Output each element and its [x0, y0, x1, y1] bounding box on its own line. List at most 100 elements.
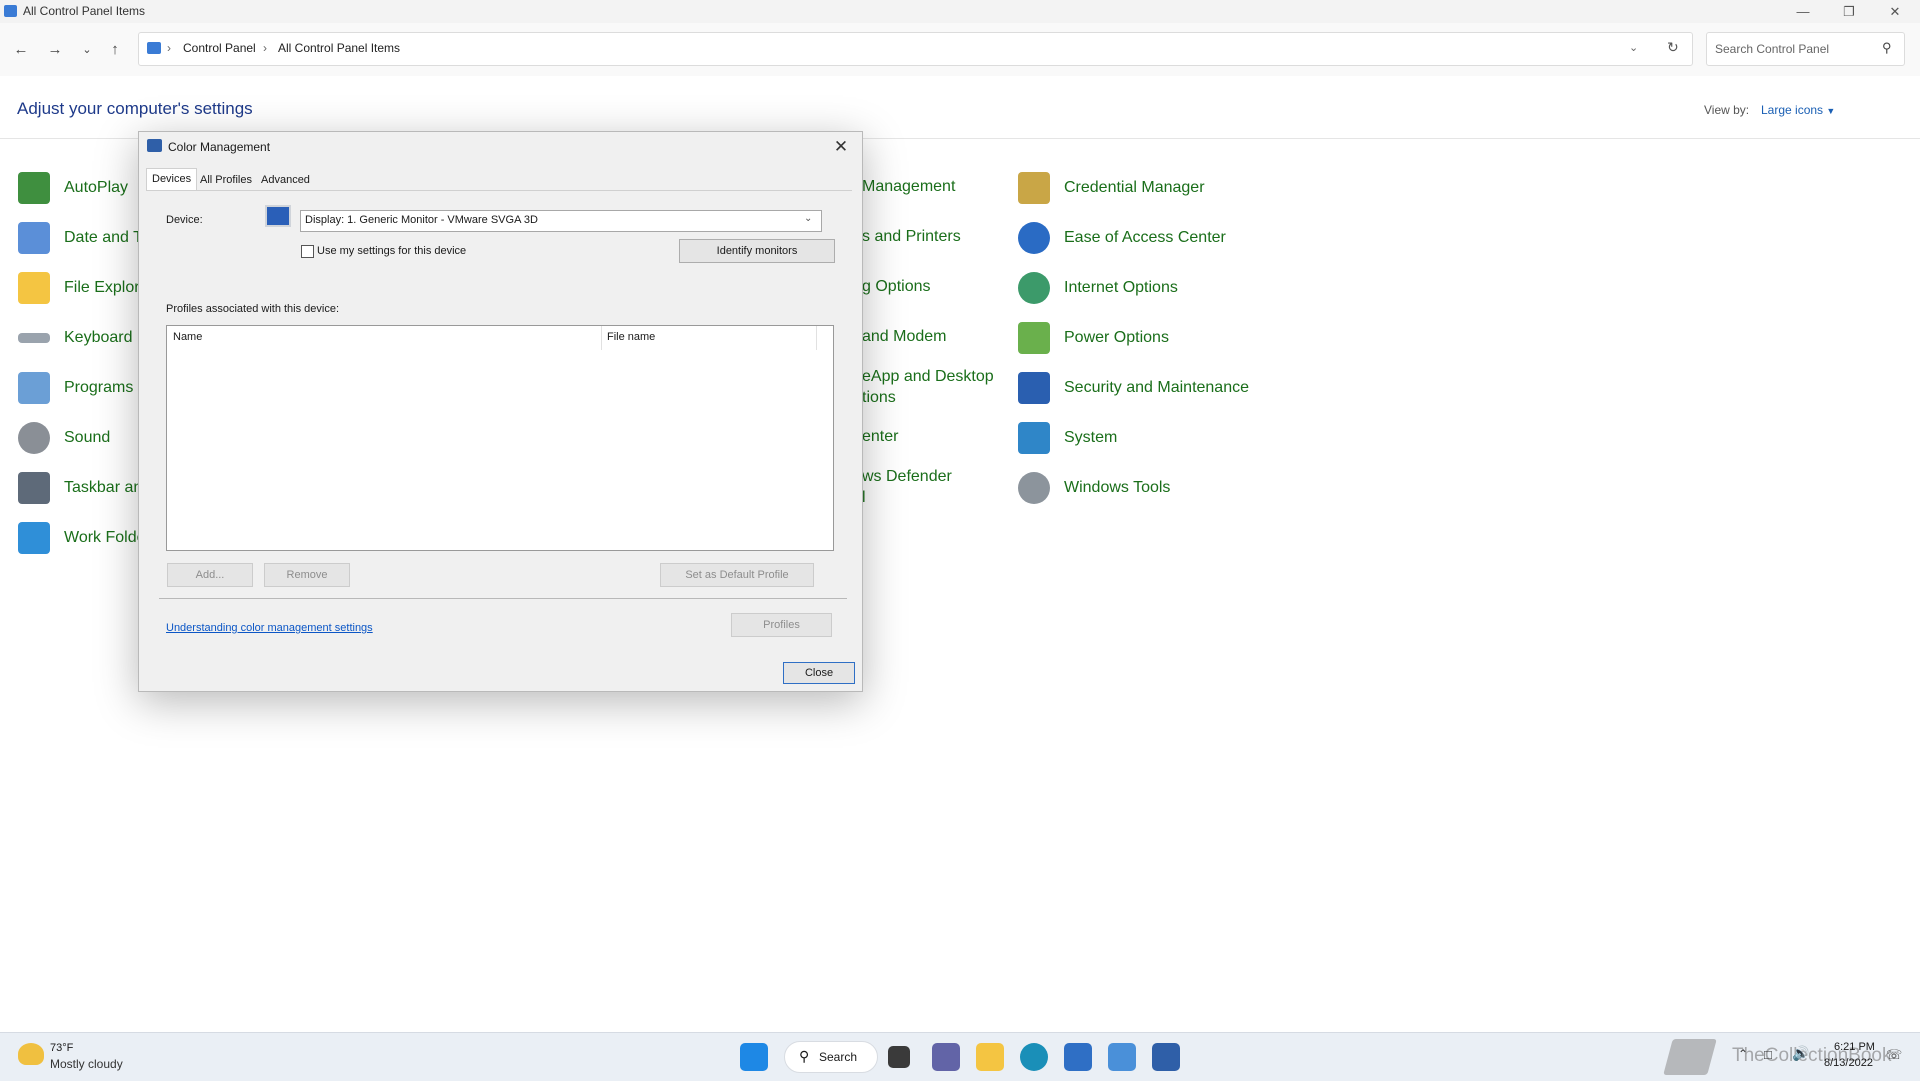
cp-item-windows-tools[interactable]: Windows Tools	[1018, 468, 1170, 508]
back-button[interactable]: ←	[8, 39, 34, 59]
recent-locations-button[interactable]: ⌄	[74, 39, 100, 59]
cp-item-taskbar[interactable]: Taskbar and	[18, 468, 151, 508]
refresh-icon[interactable]: ↻	[1667, 39, 1679, 56]
cp-item-internet-options[interactable]: Internet Options	[1018, 268, 1178, 308]
column-separator[interactable]	[816, 326, 817, 350]
minimize-button[interactable]: —	[1780, 0, 1826, 23]
address-dropdown-icon[interactable]: ⌄	[1629, 41, 1638, 54]
help-link[interactable]: Understanding color management settings	[166, 622, 373, 634]
breadcrumb-control-panel[interactable]: Control Panel	[183, 41, 256, 55]
set-default-profile-button[interactable]: Set as Default Profile	[660, 563, 814, 587]
taskbar: 73°F Mostly cloudy ⚲ Search TheCollectio…	[0, 1032, 1920, 1081]
device-dropdown-value: Display: 1. Generic Monitor - VMware SVG…	[305, 214, 538, 226]
weather-temp[interactable]: 73°F	[50, 1042, 73, 1054]
profiles-associated-label: Profiles associated with this device:	[166, 303, 340, 315]
cp-item-sync-center[interactable]: enter	[862, 428, 898, 446]
store-icon[interactable]	[1064, 1043, 1092, 1071]
cp-item-keyboard[interactable]: Keyboard	[18, 318, 133, 358]
cp-item-file-explorer[interactable]: File Explore	[18, 268, 148, 308]
view-by-dropdown[interactable]: Large icons ▼	[1761, 103, 1835, 117]
edge-icon[interactable]	[1020, 1043, 1048, 1071]
notification-icon[interactable]: ☏	[1886, 1047, 1902, 1063]
view-by-value: Large icons	[1761, 103, 1824, 117]
weather-desc[interactable]: Mostly cloudy	[50, 1057, 123, 1071]
cp-item-autoplay[interactable]: AutoPlay	[18, 168, 128, 208]
folder-icon	[18, 272, 50, 304]
search-box[interactable]: Search Control Panel ⚲	[1706, 32, 1905, 66]
column-separator[interactable]	[601, 326, 602, 350]
tab-advanced[interactable]: Advanced	[256, 170, 315, 190]
address-bar[interactable]: › Control Panel › All Control Panel Item…	[138, 32, 1693, 66]
monitor-icon	[265, 205, 291, 227]
weather-icon[interactable]	[18, 1043, 44, 1065]
cp-item-remoteapp[interactable]: eApp and Desktop	[862, 368, 994, 386]
remove-profile-button[interactable]: Remove	[264, 563, 350, 587]
taskbar-search-button[interactable]: ⚲ Search	[784, 1041, 878, 1073]
system-monitor-icon	[1018, 422, 1050, 454]
column-header-file-name[interactable]: File name	[607, 331, 655, 343]
speaker-icon	[18, 422, 50, 454]
identify-monitors-button[interactable]: Identify monitors	[679, 239, 835, 263]
programs-icon	[18, 372, 50, 404]
control-panel-taskbar-icon[interactable]	[1108, 1043, 1136, 1071]
search-input[interactable]: Search Control Panel	[1715, 42, 1829, 56]
device-label: Device:	[166, 214, 203, 226]
close-window-button[interactable]: ✕	[1872, 0, 1918, 23]
start-icon[interactable]	[740, 1043, 768, 1071]
close-button[interactable]: Close	[783, 662, 855, 684]
tab-devices[interactable]: Devices	[146, 168, 198, 191]
profiles-button[interactable]: Profiles	[731, 613, 832, 637]
use-my-settings-checkbox[interactable]	[301, 245, 314, 258]
close-icon[interactable]: ✕	[828, 136, 854, 158]
column-header-name[interactable]: Name	[173, 331, 202, 343]
dialog-title: Color Management	[168, 140, 271, 154]
color-management-taskbar-icon[interactable]	[1152, 1043, 1180, 1071]
calendar-icon	[18, 222, 50, 254]
task-view-icon[interactable]	[888, 1046, 910, 1068]
window-title-bar: All Control Panel Items — ❐ ✕	[0, 0, 1920, 23]
cp-item-credential-manager[interactable]: Credential Manager	[1018, 168, 1205, 208]
breadcrumb-all-items[interactable]: All Control Panel Items	[278, 41, 400, 55]
flag-icon	[1018, 372, 1050, 404]
up-button[interactable]: ↑	[102, 39, 128, 59]
cp-item-security-maintenance[interactable]: Security and Maintenance	[1018, 368, 1249, 408]
cp-item-color-management[interactable]: Management	[862, 178, 955, 196]
address-separator-icon[interactable]: ›	[167, 41, 171, 55]
color-management-dialog: Color Management ✕ Devices All Profiles …	[138, 131, 863, 692]
chat-icon[interactable]	[932, 1043, 960, 1071]
forward-button[interactable]: →	[42, 39, 68, 59]
keyboard-icon	[18, 333, 50, 343]
breadcrumb-separator-icon[interactable]: ›	[263, 41, 267, 55]
restore-button[interactable]: ❐	[1826, 0, 1872, 23]
window-title: All Control Panel Items	[23, 4, 146, 18]
cp-item-power-options[interactable]: Power Options	[1018, 318, 1169, 358]
cp-item-remoteapp-line2[interactable]: tions	[862, 389, 896, 407]
use-my-settings-label[interactable]: Use my settings for this device	[317, 245, 466, 257]
cp-item-programs[interactable]: Programs a	[18, 368, 147, 408]
add-profile-button[interactable]: Add...	[167, 563, 253, 587]
page-title: Adjust your computer's settings	[17, 99, 253, 118]
search-icon[interactable]: ⚲	[1882, 40, 1892, 56]
show-hidden-icons[interactable]: ⌃	[1738, 1047, 1748, 1061]
tab-all-profiles[interactable]: All Profiles	[195, 170, 257, 190]
profiles-list[interactable]: Name File name	[166, 325, 834, 551]
cp-item-ease-of-access[interactable]: Ease of Access Center	[1018, 218, 1226, 258]
cp-item-phone-modem[interactable]: and Modem	[862, 328, 947, 346]
file-explorer-icon[interactable]	[976, 1043, 1004, 1071]
view-by-label: View by:	[1704, 103, 1750, 117]
cp-item-indexing-options[interactable]: g Options	[862, 278, 930, 296]
clock-time[interactable]: 6:21 PM	[1834, 1041, 1875, 1053]
search-icon: ⚲	[799, 1048, 810, 1064]
cp-item-work-folders[interactable]: Work Folde	[18, 518, 146, 558]
chevron-down-icon: ▼	[1826, 106, 1836, 116]
cp-item-sound[interactable]: Sound	[18, 418, 110, 458]
cp-item-system[interactable]: System	[1018, 418, 1117, 458]
device-dropdown[interactable]: Display: 1. Generic Monitor - VMware SVG…	[300, 210, 822, 232]
cp-item-devices-printers[interactable]: s and Printers	[862, 228, 961, 246]
cp-item-windows-defender[interactable]: ws Defender	[862, 468, 952, 486]
cp-item-date-time[interactable]: Date and Ti	[18, 218, 146, 258]
network-icon[interactable]: □	[1764, 1047, 1772, 1062]
taskbar-icon	[18, 472, 50, 504]
clock-date[interactable]: 8/13/2022	[1824, 1057, 1873, 1069]
volume-icon[interactable]: 🔊	[1792, 1045, 1809, 1062]
